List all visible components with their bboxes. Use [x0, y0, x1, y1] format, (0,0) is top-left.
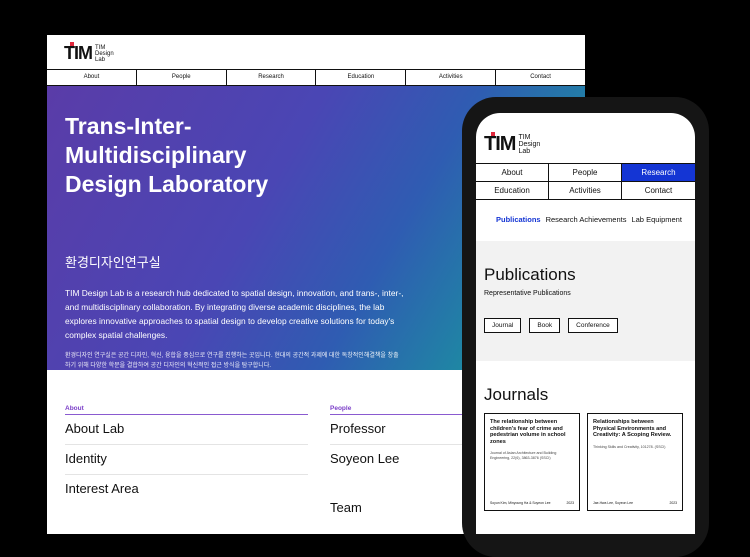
identity-link[interactable]: Identity [65, 445, 308, 475]
mobile-nav-education[interactable]: Education [476, 182, 549, 200]
subnav-publications[interactable]: Publications [496, 215, 541, 224]
hero-description-korean: 환경디자인 연구실은 공간 디자인, 혁신, 융합을 중심으로 연구를 진행하는… [65, 353, 399, 369]
mobile-nav-people[interactable]: People [549, 164, 622, 182]
about-lab-link[interactable]: About Lab [65, 415, 308, 445]
publications-subtitle: Representative Publications [484, 290, 571, 297]
nav-people[interactable]: People [137, 70, 227, 85]
nav-research[interactable]: Research [227, 70, 317, 85]
interest-area-link[interactable]: Interest Area [65, 475, 308, 504]
logo-mark: TIM [64, 42, 93, 63]
card-footer: Soyun Kim, Minyoung Ha & Soyeon Lee 2023 [490, 501, 574, 505]
subnav-research-achievements[interactable]: Research Achievements [546, 215, 627, 224]
about-column: About About Lab Identity Interest Area [65, 405, 308, 504]
hero-title-korean: 환경디자인연구실 [65, 255, 161, 270]
journal-cards: The relationship between children's fear… [484, 413, 683, 511]
hero-title: Trans-Inter- Multidisciplinary Design La… [65, 113, 269, 197]
about-heading: About [65, 405, 308, 415]
research-subnav: Publications Research Achievements Lab E… [496, 215, 682, 224]
card-authors: Soyun Kim, Minyoung Ha & Soyeon Lee [490, 501, 551, 505]
card-year: 2023 [669, 501, 677, 505]
subnav-lab-equipment[interactable]: Lab Equipment [631, 215, 681, 224]
mobile-screen: TIM TIM Design Lab About People Research E… [476, 113, 695, 534]
mobile-nav: About People Research Education Activiti… [476, 163, 695, 200]
filter-journal-button[interactable]: Journal [484, 318, 522, 333]
mobile-nav-activities[interactable]: Activities [549, 182, 622, 200]
logo-wordmark: TIM Design Lab [95, 44, 114, 63]
card-title: The relationship between children's fear… [490, 419, 566, 445]
mobile-nav-contact[interactable]: Contact [622, 182, 695, 200]
card-year: 2023 [566, 501, 574, 505]
card-footer: Jae-Hwa Lee, Soyeon Lee 2023 [593, 501, 677, 505]
main-nav: About People Research Education Activiti… [47, 69, 585, 86]
logo-mark: TIM [484, 132, 516, 155]
card-journal: Journal of Asian Architecture and Buildi… [490, 451, 557, 460]
card-authors: Jae-Hwa Lee, Soyeon Lee [593, 501, 633, 505]
card-title: Relationships between Physical Environme… [593, 419, 672, 439]
logo-wordmark: TIM Design Lab [518, 134, 541, 155]
nav-contact[interactable]: Contact [496, 70, 585, 85]
logo-dot [491, 132, 495, 136]
journals-title: Journals [484, 385, 549, 404]
site-header: TIM TIM Design Lab [47, 35, 585, 69]
publication-filters: Journal Book Conference [484, 318, 618, 333]
nav-activities[interactable]: Activities [406, 70, 497, 85]
mobile-nav-about[interactable]: About [476, 164, 549, 182]
publications-title: Publications [484, 265, 576, 284]
publications-section: Publications Representative Publications… [476, 241, 695, 361]
journal-card[interactable]: Relationships between Physical Environme… [587, 413, 683, 511]
site-logo[interactable]: TIM TIM Design Lab [64, 42, 114, 64]
filter-conference-button[interactable]: Conference [568, 318, 618, 333]
logo-dot [70, 42, 74, 46]
filter-book-button[interactable]: Book [529, 318, 561, 333]
card-journal: Thinking Skills and Creativity, 101278. … [593, 444, 666, 449]
nav-education[interactable]: Education [316, 70, 407, 85]
mobile-nav-research[interactable]: Research [622, 164, 695, 182]
mobile-logo[interactable]: TIM TIM Design Lab [484, 132, 541, 156]
hero-description: TIM Design Lab is a research hub dedicat… [65, 288, 404, 340]
journal-card[interactable]: The relationship between children's fear… [484, 413, 580, 511]
nav-about[interactable]: About [47, 70, 137, 85]
